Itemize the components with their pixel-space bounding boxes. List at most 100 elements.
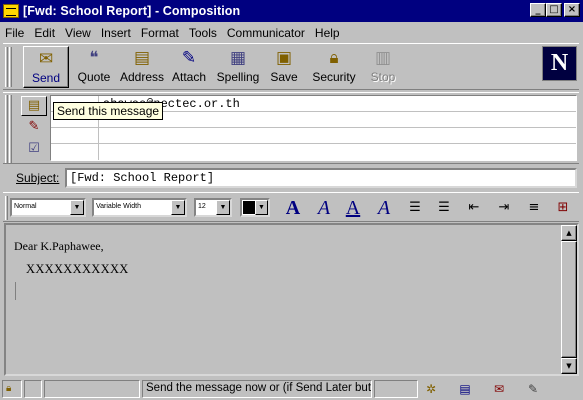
discussion-icon[interactable]: ✉ xyxy=(489,381,509,397)
recipient-type-empty[interactable] xyxy=(51,128,99,144)
scroll-up-button[interactable]: ▲ xyxy=(561,225,577,241)
font-value: Variable Width xyxy=(96,203,142,210)
save-label: Save xyxy=(270,70,298,84)
send-label: Send xyxy=(31,71,61,85)
formatting-toolbar: Normal ▼ Variable Width ▼ 12 ▼ ▼ A A A A… xyxy=(3,192,579,222)
recipient-type-empty[interactable] xyxy=(51,144,99,160)
progress-cell xyxy=(44,380,140,398)
font-select[interactable]: Variable Width ▼ xyxy=(92,198,187,217)
menu-insert[interactable]: Insert xyxy=(96,26,136,40)
navigator-icon[interactable]: ✲ xyxy=(421,381,441,397)
subject-label: Subject: xyxy=(16,171,60,185)
address-button[interactable]: ▤ Address xyxy=(119,46,165,88)
send-button[interactable]: ✉ Send xyxy=(23,46,69,88)
toolbar-grip[interactable] xyxy=(5,47,8,87)
status-message: Send the message now or (if Send Later b… xyxy=(142,380,372,398)
vertical-scrollbar[interactable]: ▲ ▼ xyxy=(561,225,577,374)
menu-tools[interactable]: Tools xyxy=(184,26,222,40)
increase-indent-icon[interactable]: ⇥ xyxy=(493,197,515,219)
compose-toolbar: ✉ Send ❝ Quote ▤ Address ✎ Attach ▦ Spel… xyxy=(3,43,579,90)
menu-view[interactable]: View xyxy=(60,26,96,40)
text-caret xyxy=(15,282,16,300)
recipient-row-empty[interactable] xyxy=(51,144,576,160)
bullet-list-icon[interactable]: ☰ xyxy=(404,197,426,219)
menu-format[interactable]: Format xyxy=(136,26,184,40)
italic-icon[interactable]: A xyxy=(313,197,335,219)
address-tab[interactable]: ▤ xyxy=(21,96,47,116)
attach-label: Attach xyxy=(171,70,207,84)
spelling-button[interactable]: ▦ Spelling xyxy=(215,46,261,88)
address-card-icon: ▤ xyxy=(27,98,41,113)
save-button[interactable]: ▣ Save xyxy=(267,46,301,88)
body-greeting[interactable]: Dear K.Paphawee, xyxy=(14,239,104,254)
quote-label: Quote xyxy=(77,70,111,84)
menu-file[interactable]: File xyxy=(0,26,29,40)
menu-edit[interactable]: Edit xyxy=(29,26,60,40)
menu-communicator[interactable]: Communicator xyxy=(222,26,310,40)
message-body[interactable]: Dear K.Paphawee, XXXXXXXXXXX ▲ ▼ xyxy=(4,223,579,376)
save-icon: ▣ xyxy=(275,48,293,68)
scroll-thumb[interactable] xyxy=(561,241,577,358)
attachment-icon: ✎ xyxy=(28,119,40,134)
stop-icon: ▥ xyxy=(374,48,392,68)
spelling-icon: ▦ xyxy=(229,48,247,68)
options-tab[interactable]: ☑ xyxy=(21,140,47,160)
format-grip[interactable] xyxy=(5,196,8,220)
attach-button[interactable]: ✎ Attach xyxy=(169,46,209,88)
status-bar: 🔒︎ Send the message now or (if Send Late… xyxy=(0,378,583,400)
send-icon: ✉ xyxy=(38,49,54,69)
paperclip-icon: ✎ xyxy=(181,48,197,68)
spelling-label: Spelling xyxy=(216,70,260,84)
chevron-down-icon[interactable]: ▼ xyxy=(216,200,230,215)
numbered-list-icon[interactable]: ☰ xyxy=(433,197,455,219)
underline-icon[interactable]: A xyxy=(342,197,364,219)
title-bar: [Fwd: School Report] - Composition _ □ × xyxy=(0,0,583,22)
toolbar-grip-2[interactable] xyxy=(9,47,12,87)
security-label: Security xyxy=(312,70,356,84)
paragraph-style-select[interactable]: Normal ▼ xyxy=(10,198,86,217)
stop-button[interactable]: ▥ Stop xyxy=(365,46,401,88)
send-tooltip: Send this message xyxy=(53,102,164,120)
lock-icon: 🔒︎ xyxy=(329,48,339,68)
close-button[interactable]: × xyxy=(564,3,580,17)
recipient-row-empty[interactable] xyxy=(51,128,576,144)
window-title: [Fwd: School Report] - Composition xyxy=(23,4,241,18)
status-spacer-2 xyxy=(374,380,418,398)
clear-styles-icon[interactable]: A xyxy=(373,197,395,219)
security-status[interactable]: 🔒︎ xyxy=(2,380,22,398)
chevron-down-icon[interactable]: ▼ xyxy=(70,200,84,215)
address-book-icon: ▤ xyxy=(133,48,151,68)
bold-icon[interactable]: A xyxy=(282,197,304,219)
lock-icon: 🔒︎ xyxy=(6,383,12,394)
scroll-down-button[interactable]: ▼ xyxy=(561,358,577,374)
status-spacer xyxy=(24,380,42,398)
insert-object-icon[interactable]: ⊞ xyxy=(552,197,574,219)
composition-icon xyxy=(3,4,19,18)
maximize-button[interactable]: □ xyxy=(546,3,562,17)
security-button[interactable]: 🔒︎ Security xyxy=(311,46,357,88)
address-grip-2[interactable] xyxy=(9,95,12,163)
alignment-icon[interactable]: ≡ xyxy=(523,197,545,219)
minimize-button[interactable]: _ xyxy=(530,3,546,17)
netscape-logo[interactable]: N xyxy=(542,46,577,81)
text-color-picker[interactable]: ▼ xyxy=(240,198,270,217)
quote-icon: ❝ xyxy=(89,48,99,68)
chevron-down-icon[interactable]: ▼ xyxy=(171,200,185,215)
options-icon: ☑ xyxy=(28,141,40,156)
chevron-down-icon[interactable]: ▼ xyxy=(255,200,268,215)
address-label: Address xyxy=(119,70,165,84)
paragraph-style-value: Normal xyxy=(14,203,37,210)
font-size-value: 12 xyxy=(198,203,206,210)
menu-help[interactable]: Help xyxy=(310,26,345,40)
attachments-tab[interactable]: ✎ xyxy=(21,118,47,138)
composer-icon[interactable]: ✎ xyxy=(523,381,543,397)
font-size-select[interactable]: 12 ▼ xyxy=(194,198,232,217)
address-grip[interactable] xyxy=(5,95,8,163)
menu-bar: File Edit View Insert Format Tools Commu… xyxy=(0,23,583,42)
body-text[interactable]: XXXXXXXXXXX xyxy=(26,262,129,277)
subject-input[interactable]: [Fwd: School Report] xyxy=(65,168,577,188)
stop-label: Stop xyxy=(370,70,396,84)
mailbox-icon[interactable]: ▤ xyxy=(455,381,475,397)
quote-button[interactable]: ❝ Quote xyxy=(75,46,113,88)
decrease-indent-icon[interactable]: ⇤ xyxy=(463,197,485,219)
